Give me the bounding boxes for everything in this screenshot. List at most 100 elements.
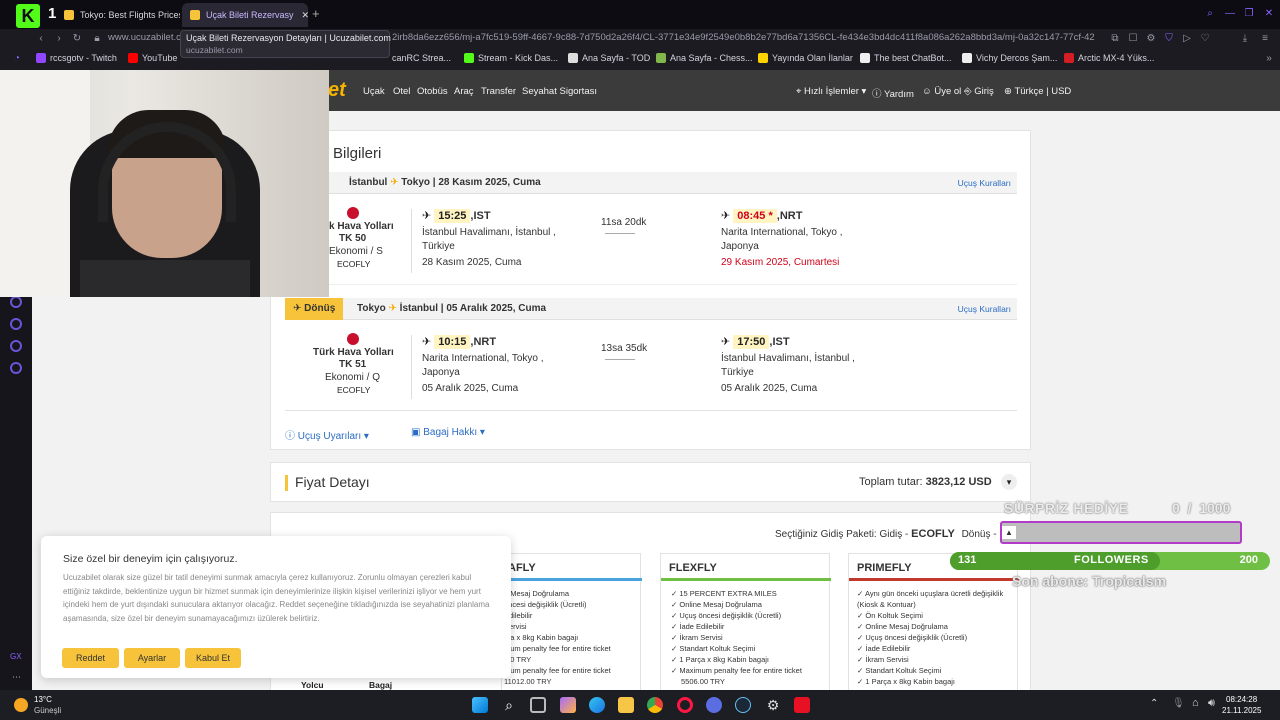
weather-temp[interactable]: 13°C (34, 695, 52, 704)
bookmark-canrc[interactable]: canRC Strea... (392, 53, 451, 63)
sidebar-settings-icon[interactable] (10, 362, 22, 374)
close-window-icon[interactable]: ✕ (1263, 8, 1275, 20)
nav-car[interactable]: Araç (454, 86, 474, 97)
tab-booking-details[interactable]: Uçak Bileti Rezervasy ✕ (182, 3, 308, 27)
download-icon[interactable]: ⤓ (1238, 32, 1252, 46)
close-tab-icon[interactable]: ✕ (302, 10, 308, 21)
tab-tokyo-flights[interactable]: Tokyo: Best Flights Prices (56, 3, 180, 27)
bookmark-twitch[interactable]: rccsgotv - Twitch (36, 53, 117, 63)
search-icon[interactable]: ⌕ (501, 697, 517, 713)
bookmark-tod[interactable]: Ana Sayfa - TOD (568, 53, 650, 63)
reject-cookies-button[interactable]: Reddet (62, 648, 119, 668)
package-primefly[interactable]: PRIMEFLY ✓ Aynı gün önceki uçuşlara ücre… (848, 553, 1019, 691)
opera-gx-icon[interactable] (677, 697, 693, 713)
airline-logo-icon (347, 333, 359, 345)
nav-register[interactable]: ☺ Üye ol (922, 86, 961, 97)
more-icon[interactable]: ⋯ (12, 672, 21, 683)
bookmark-arctic[interactable]: Arctic MX-4 Yüks... (1064, 53, 1154, 63)
price-detail-card: Fiyat Detayı Toplam tutar: 3823,12 USD ▾ (270, 462, 1031, 502)
maximize-icon[interactable]: ❐ (1243, 8, 1255, 20)
kick-logo-icon: K (16, 4, 40, 28)
gear-icon[interactable]: ⚙ (765, 697, 781, 713)
baggage-link[interactable]: ▣ Bagaj Hakkı ▾ (411, 427, 485, 438)
flight-warnings-link[interactable]: ⓘ Uçuş Uyarıları ▾ (285, 427, 369, 442)
url-host[interactable]: www.ucuzabilet.c (108, 32, 181, 43)
bookmark-vichy[interactable]: Vichy Dercos Şam... (962, 53, 1057, 63)
gx-icon[interactable]: GX (10, 652, 22, 661)
start-menu-icon[interactable] (472, 697, 488, 713)
nav-insurance[interactable]: Seyahat Sigortası (522, 86, 597, 97)
search-tabs-icon[interactable]: ⌕ (1204, 8, 1216, 20)
bookmark-icon[interactable]: ☐ (1126, 32, 1140, 46)
bookmark-kick[interactable]: Stream - Kick Das... (464, 53, 558, 63)
clock-date[interactable]: 21.11.2025 (1222, 706, 1261, 715)
reload-icon[interactable]: ↻ (70, 32, 84, 46)
more-bookmarks-icon[interactable]: » (1262, 52, 1276, 66)
return-rules-link[interactable]: Uçuş Kuralları (958, 304, 1011, 314)
bookmark-label: Stream - Kick Das... (478, 53, 559, 63)
nav-transfer[interactable]: Transfer (481, 86, 516, 97)
outbound-from: İstanbul (349, 177, 388, 188)
package-ecofly[interactable]: AFLY e Mesaj Doğrulama öncesi değişiklik… (501, 553, 642, 691)
airline-logo-icon (347, 207, 359, 219)
nav-login[interactable]: ⎆ Giriş (964, 86, 994, 97)
screenshot-icon[interactable]: ⧉ (1108, 32, 1122, 46)
nav-help[interactable]: ⓘ Yardım (872, 86, 914, 100)
feature: Servisi (504, 622, 527, 631)
nav-quick-actions[interactable]: ⌖ Hızlı İşlemler ▾ (796, 86, 866, 97)
bookmark-chess[interactable]: Ana Sayfa - Chess... (656, 53, 753, 63)
sidebar-history-icon[interactable] (10, 318, 22, 330)
vpn-shield-icon[interactable]: ⛉ (1162, 32, 1176, 46)
copilot-icon[interactable] (560, 697, 576, 713)
arrival-country: Türkiye (721, 367, 754, 378)
package-flexfly[interactable]: FLEXFLY ✓ 15 PERCENT EXTRA MILES ✓ Onlin… (660, 553, 831, 691)
steam-icon[interactable] (735, 697, 751, 713)
new-tab-button[interactable]: + (312, 7, 326, 21)
outbound-rules-link[interactable]: Uçuş Kuralları (958, 178, 1011, 188)
menu-icon[interactable]: ≡ (1258, 32, 1272, 46)
collapse-icon[interactable]: ▲ (1002, 526, 1016, 539)
tray-chevron-icon[interactable]: ⌃ (1150, 698, 1158, 709)
site-logo[interactable]: et (328, 79, 346, 102)
nav-language[interactable]: ⊕ Türkçe | USD (1004, 86, 1071, 97)
departure-time: 10:15 (434, 335, 471, 349)
edge-icon[interactable] (589, 697, 605, 713)
app-shield-icon[interactable] (706, 697, 722, 713)
cookie-settings-button[interactable]: Ayarlar (124, 648, 180, 668)
heart-icon[interactable]: ♡ (1198, 32, 1212, 46)
forward-icon[interactable]: › (52, 32, 66, 46)
accept-cookies-button[interactable]: Kabul Et (185, 648, 241, 668)
arrival-date: 29 Kasım 2025, Cumartesi (721, 257, 840, 268)
bookmark-label: Vichy Dercos Şam... (976, 53, 1058, 63)
outbound-route: İstanbul ✈ Tokyo | 28 Kasım 2025, Cuma (349, 177, 541, 188)
nav-hotel[interactable]: Otel (393, 86, 410, 97)
back-icon[interactable]: ‹ (34, 32, 48, 46)
bookmark-youtube[interactable]: YouTube (128, 53, 177, 63)
network-icon[interactable]: ⌂ (1192, 697, 1199, 709)
clock-time[interactable]: 08:24:28 (1226, 695, 1257, 704)
bookmarks-sidebar-icon[interactable]: ◔ (10, 52, 24, 66)
plane-icon: ✈ (388, 303, 400, 314)
sidebar-player-icon[interactable] (10, 296, 22, 308)
file-explorer-icon[interactable] (618, 697, 634, 713)
airline-name: k Hava Yolları (329, 221, 394, 232)
weather-desc[interactable]: Güneşli (34, 706, 61, 715)
play-icon[interactable]: ▷ (1180, 32, 1194, 46)
minimize-icon[interactable]: — (1224, 8, 1236, 20)
microphone-icon[interactable]: 🎙︎ (1172, 698, 1185, 709)
bookmark-label: Ana Sayfa - TOD (582, 53, 651, 63)
feature: ✓ İade Edilebilir (671, 622, 725, 631)
chrome-icon[interactable] (647, 697, 663, 713)
nav-bus[interactable]: Otobüs (417, 86, 448, 97)
url-path[interactable]: 2irb8da6ezz656/mj-a7fc519-59ff-4667-9c88… (392, 32, 1104, 43)
sidebar-extension-icon[interactable] (10, 340, 22, 352)
task-view-icon[interactable] (530, 697, 546, 713)
volume-icon[interactable]: 🔊︎ (1208, 697, 1215, 710)
weather-sun-icon[interactable] (14, 698, 28, 712)
bookmark-listings[interactable]: Yayında Olan İlanlar (758, 53, 853, 63)
recording-app-icon[interactable] (794, 697, 810, 713)
extension-icon[interactable]: ⚙ (1144, 32, 1158, 46)
nav-flight[interactable]: Uçak (363, 86, 385, 97)
expand-price-icon[interactable]: ▾ (1001, 474, 1017, 490)
bookmark-chatbot[interactable]: The best ChatBot... (860, 53, 952, 63)
